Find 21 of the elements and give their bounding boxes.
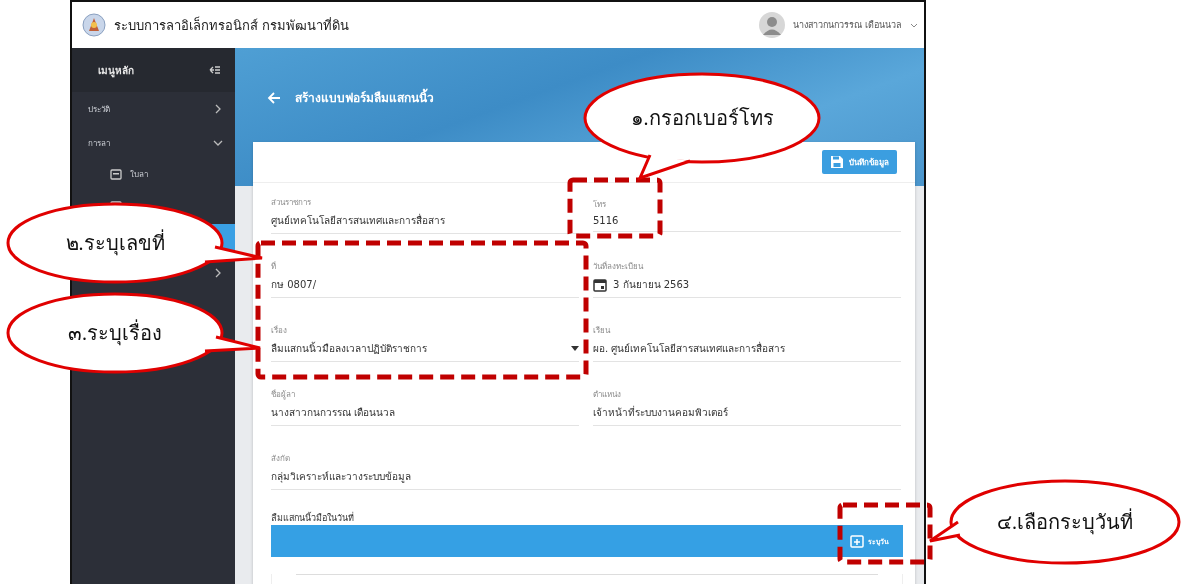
sidebar-title: เมนูหลัก — [98, 63, 134, 78]
callout-text: ๑.กรอกเบอร์โทร — [630, 106, 774, 131]
input-field[interactable]: ตำแหน่ง เจ้าหน้าที่ระบบงานคอมพิวเตอร์ — [593, 375, 901, 439]
input-field[interactable]: ส่วนราชการ ศูนย์เทคโนโลยีสารสนเทศและการสื่อสาร — [271, 183, 579, 247]
input-field[interactable]: วันที่ลงทะเบียน 3 กันยายน 2563 — [593, 247, 901, 311]
page-title: สร้างแบบฟอร์มลืมแสกนนิ้ว — [295, 88, 434, 107]
app-title: ระบบการลาอิเล็กทรอนิกส์ กรมพัฒนาที่ดิน — [114, 15, 350, 35]
input-field[interactable]: ชื่อผู้ลา นางสาวกนกวรรณ เดือนนวล — [271, 375, 579, 439]
callout-text: ๔.เลือกระบุวันที่ — [997, 508, 1133, 536]
input-field[interactable]: สังกัด กลุ่มวิเคราะห์และวางระบบข้อมูล — [271, 439, 901, 503]
section-title: ลืมแสกนนิ้วมือในวันที่ — [270, 511, 355, 525]
input-field[interactable]: โทร 5116 — [593, 183, 901, 247]
input-field[interactable]: ที่ กษ 0807/ — [271, 247, 579, 311]
callout-text: ๓.ระบุเรื่อง — [68, 319, 162, 347]
sidebar-item[interactable]: การลา — [72, 126, 235, 160]
input-field[interactable]: เรียน ผอ. ศูนย์เทคโนโลยีสารสนเทศและการสื่อสาร — [593, 311, 901, 375]
sidebar-item[interactable]: ใบลา — [72, 160, 235, 192]
sidebar-item[interactable]: ประวัติ — [72, 92, 235, 126]
dropdown-field[interactable]: เรื่อง ลืมแสกนนิ้วมือลงเวลาปฏิบัติราชการ — [271, 311, 579, 375]
callout-text: ๒.ระบุเลขที่ — [65, 229, 165, 257]
user-name[interactable]: นางสาวกนกวรรณ เดือนนวล — [793, 18, 902, 32]
